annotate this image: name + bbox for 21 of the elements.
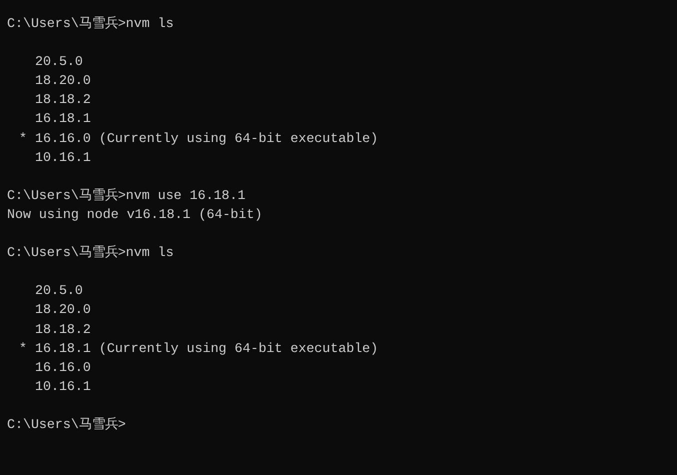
command-prompt: C:\Users\马雪兵>nvm use 16.18.1 xyxy=(7,186,246,205)
version-number: 16.16.0 xyxy=(35,130,91,148)
output-text: Now using node v16.18.1 (64-bit) xyxy=(7,206,262,224)
version-number: 16.18.1 xyxy=(35,340,91,358)
command-prompt: C:\Users\马雪兵> xyxy=(7,416,126,434)
current-marker: * xyxy=(19,130,27,146)
version-number: 10.16.1 xyxy=(35,378,91,396)
command-prompt: C:\Users\马雪兵>nvm ls xyxy=(7,244,174,262)
version-number: 10.16.1 xyxy=(35,148,91,167)
version-number: 18.18.2 xyxy=(35,91,91,110)
version-number: 18.20.0 xyxy=(35,72,91,90)
current-marker: * xyxy=(19,340,27,356)
command-prompt: C:\Users\马雪兵>nvm ls xyxy=(7,15,174,33)
version-number: 18.20.0 xyxy=(35,301,91,320)
version-number: 20.5.0 xyxy=(35,282,83,300)
version-number: 20.5.0 xyxy=(35,53,83,72)
version-number: 16.18.1 xyxy=(35,110,91,128)
version-number: 16.16.0 xyxy=(35,358,91,377)
version-note: (Currently using 64-bit executable) xyxy=(98,130,378,148)
version-number: 18.18.2 xyxy=(35,320,91,338)
version-note: (Currently using 64-bit executable) xyxy=(98,340,378,358)
